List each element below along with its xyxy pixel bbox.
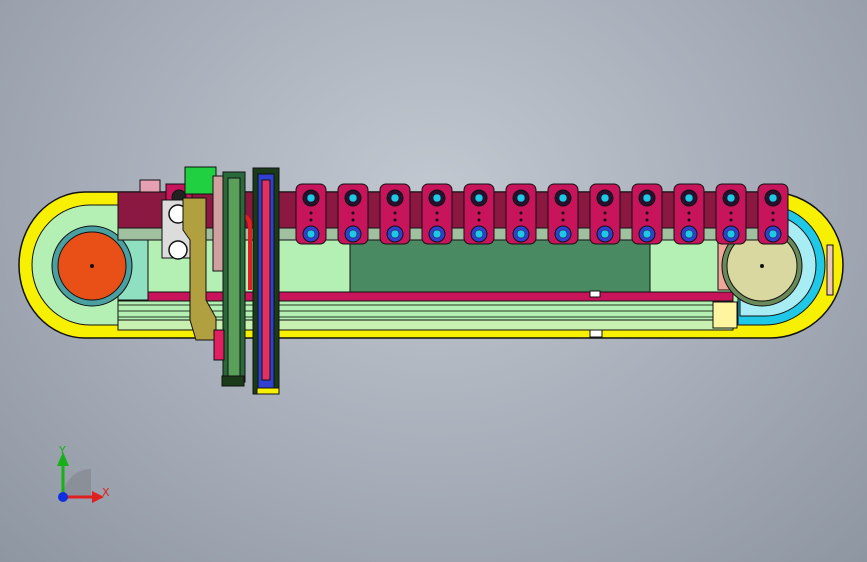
fixture-hole xyxy=(435,218,439,222)
x-axis-label: X xyxy=(102,486,110,499)
actuator-rail-left xyxy=(227,177,241,379)
fixture-hole xyxy=(645,218,649,222)
fixture-hole xyxy=(351,211,355,215)
fixture-hole xyxy=(519,211,523,215)
fixture-hole xyxy=(477,211,481,215)
fixture-hole xyxy=(309,211,313,215)
sensor-box xyxy=(184,166,217,195)
fixture-hole xyxy=(687,211,691,215)
fixture-top-hub xyxy=(474,193,484,203)
fixture-hole xyxy=(603,211,607,215)
fixture-hole xyxy=(309,218,313,222)
fixture-top-hub xyxy=(348,193,358,203)
bracket xyxy=(139,179,161,193)
y-axis-label: Y xyxy=(58,444,66,457)
tension-block xyxy=(712,301,738,329)
fixture-top-hub xyxy=(642,193,652,203)
fixture-top-hub xyxy=(768,193,778,203)
fixture-hole xyxy=(771,211,775,215)
conveyor-assembly[interactable] xyxy=(18,166,844,395)
fixture-top-hub xyxy=(684,193,694,203)
fixture-hole xyxy=(729,218,733,222)
fixture-bottom-hub xyxy=(768,229,778,239)
fixture-hole xyxy=(687,218,691,222)
rail-notch xyxy=(589,329,603,338)
fixture-bottom-hub xyxy=(726,229,736,239)
strip-notch xyxy=(589,290,601,298)
fixture-hole xyxy=(561,211,565,215)
right-pulley-axle xyxy=(760,264,764,268)
center-cover xyxy=(349,239,651,296)
fixture-top-hub xyxy=(432,193,442,203)
fixture-hole xyxy=(393,218,397,222)
fixture-bottom-hub xyxy=(600,229,610,239)
fixture-top-hub xyxy=(726,193,736,203)
fixture-top-hub xyxy=(306,193,316,203)
left-pulley-axle xyxy=(90,264,94,268)
fixture-bottom-hub xyxy=(474,229,484,239)
fixture-bottom-hub xyxy=(390,229,400,239)
fixture-bottom-hub xyxy=(642,229,652,239)
fixture-hole xyxy=(393,211,397,215)
fixture-bottom-hub xyxy=(348,229,358,239)
fixture-bottom-hub xyxy=(432,229,442,239)
fixture-bottom-hub xyxy=(306,229,316,239)
fixture-bottom-hub xyxy=(516,229,526,239)
fixture-hole xyxy=(729,211,733,215)
model-drawing[interactable]: Y X xyxy=(0,0,867,562)
fixture-bottom-hub xyxy=(684,229,694,239)
cad-viewport[interactable]: Y X xyxy=(0,0,867,562)
triad-quadrant xyxy=(63,469,91,497)
fixture-hole xyxy=(561,218,565,222)
belt-strip xyxy=(117,291,734,302)
fixture-hole xyxy=(351,218,355,222)
fixture-hole xyxy=(645,211,649,215)
fixture-hole xyxy=(603,218,607,222)
fixture-top-hub xyxy=(600,193,610,203)
actuator-base xyxy=(221,375,245,387)
fixture-top-hub xyxy=(390,193,400,203)
fixture-top-hub xyxy=(516,193,526,203)
fixture-bottom-hub xyxy=(558,229,568,239)
fixture-hole xyxy=(477,218,481,222)
fixture-hole xyxy=(435,211,439,215)
axis-triad: Y X xyxy=(57,444,110,503)
z-axis-dot xyxy=(58,492,68,502)
cam-roller xyxy=(168,240,188,260)
fixture-hole xyxy=(519,218,523,222)
actuator-cap xyxy=(256,387,280,395)
fixture-hole xyxy=(771,218,775,222)
fixture-top-hub xyxy=(558,193,568,203)
end-bracket xyxy=(826,244,834,296)
actuator-foot xyxy=(213,329,225,361)
actuator-rod xyxy=(261,179,271,381)
